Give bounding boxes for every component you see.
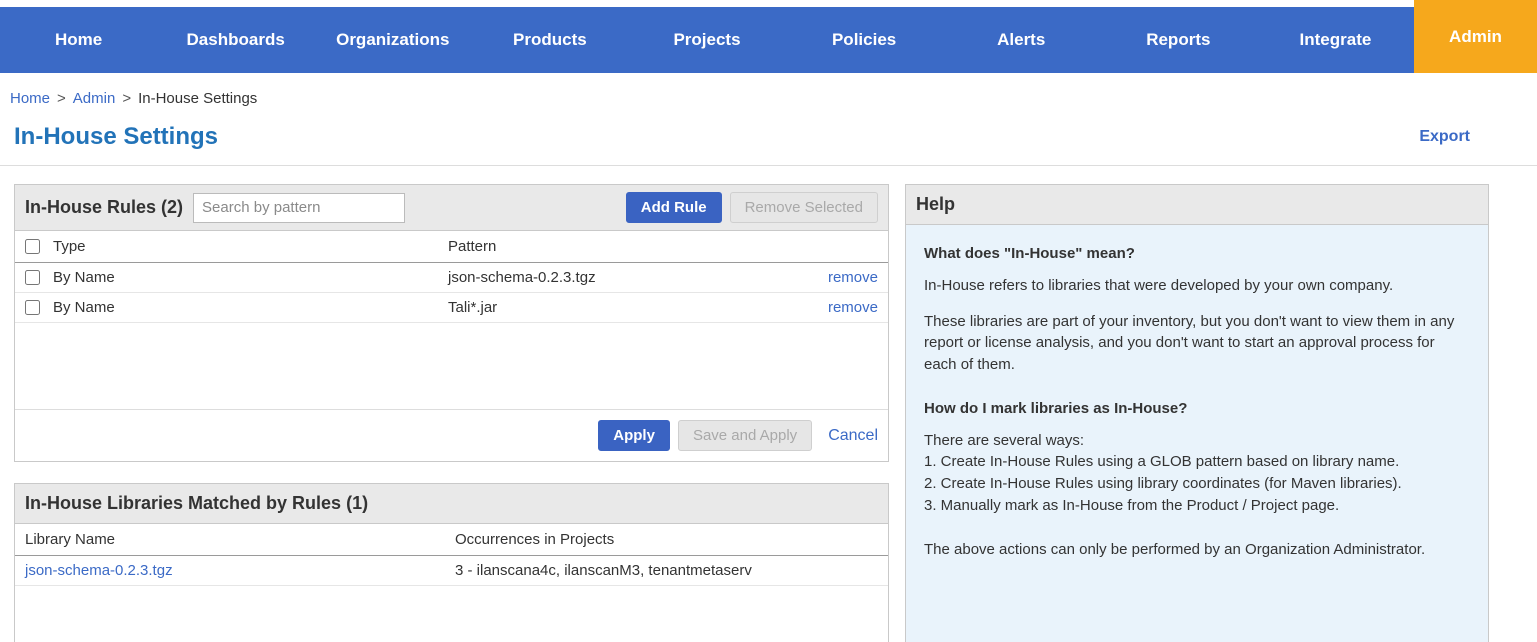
nav-item-products[interactable]: Products [471, 30, 628, 50]
nav-items: Home Dashboards Organizations Products P… [0, 7, 1414, 73]
help-paragraph: These libraries are part of your invento… [924, 311, 1470, 376]
rules-table-header: Type Pattern [15, 231, 888, 263]
nav-item-home[interactable]: Home [0, 30, 157, 50]
nav-item-alerts[interactable]: Alerts [943, 30, 1100, 50]
help-section-heading: What does "In-House" mean? [924, 243, 1470, 265]
rule-type: By Name [53, 269, 448, 286]
rule-row: By Name Tali*.jar remove [15, 293, 888, 323]
help-panel-header: Help [906, 185, 1488, 225]
help-text-line: 1. Create In-House Rules using a GLOB pa… [924, 451, 1470, 473]
help-paragraph: In-House refers to libraries that were d… [924, 275, 1470, 297]
nav-item-admin-active[interactable]: Admin [1414, 0, 1537, 73]
save-and-apply-button[interactable]: Save and Apply [678, 420, 812, 451]
help-panel: Help What does "In-House" mean? In-House… [905, 184, 1489, 642]
breadcrumb-admin-link[interactable]: Admin [73, 90, 116, 107]
rule-checkbox-cell [25, 270, 53, 285]
page-title: In-House Settings [14, 123, 218, 151]
apply-button[interactable]: Apply [598, 420, 670, 451]
rule-checkbox-cell [25, 300, 53, 315]
rule-pattern: json-schema-0.2.3.tgz [448, 269, 808, 286]
rule-remove-link[interactable]: remove [808, 299, 878, 316]
cancel-link[interactable]: Cancel [828, 427, 878, 445]
select-all-checkbox-cell [25, 239, 53, 254]
export-link[interactable]: Export [1419, 128, 1470, 146]
help-section-heading: How do I mark libraries as In-House? [924, 398, 1470, 420]
help-paragraph: The above actions can only be performed … [924, 539, 1470, 561]
library-occurrences: 3 - ilanscana4c, ilanscanM3, tenantmetas… [455, 562, 878, 579]
rule-row-checkbox[interactable] [25, 300, 40, 315]
libraries-empty-space [15, 586, 888, 642]
rules-panel-title: In-House Rules (2) [25, 197, 183, 218]
left-column: In-House Rules (2) Add Rule Remove Selec… [14, 184, 889, 642]
libraries-panel-header: In-House Libraries Matched by Rules (1) [15, 484, 888, 524]
rules-empty-space [15, 323, 888, 409]
nav-item-organizations[interactable]: Organizations [314, 30, 471, 50]
remove-selected-button[interactable]: Remove Selected [730, 192, 878, 223]
libraries-panel-title: In-House Libraries Matched by Rules (1) [25, 493, 368, 514]
library-row: json-schema-0.2.3.tgz 3 - ilanscana4c, i… [15, 556, 888, 586]
top-navigation: Home Dashboards Organizations Products P… [0, 0, 1537, 73]
breadcrumb: Home > Admin > In-House Settings [0, 73, 1537, 107]
nav-item-integrate[interactable]: Integrate [1257, 30, 1414, 50]
nav-item-reports[interactable]: Reports [1100, 30, 1257, 50]
library-name-column-header: Library Name [25, 531, 455, 548]
page-title-row: In-House Settings Export [0, 107, 1537, 166]
rules-panel-header: In-House Rules (2) Add Rule Remove Selec… [15, 185, 888, 231]
breadcrumb-separator: > [122, 90, 131, 107]
type-column-header: Type [53, 238, 448, 255]
nav-item-projects[interactable]: Projects [628, 30, 785, 50]
breadcrumb-separator: > [57, 90, 66, 107]
rules-panel-footer: Apply Save and Apply Cancel [15, 409, 888, 461]
rule-row-checkbox[interactable] [25, 270, 40, 285]
rule-pattern: Tali*.jar [448, 299, 808, 316]
help-panel-body: What does "In-House" mean? In-House refe… [906, 225, 1488, 642]
rule-type: By Name [53, 299, 448, 316]
add-rule-button[interactable]: Add Rule [626, 192, 722, 223]
help-text-line: 3. Manually mark as In-House from the Pr… [924, 495, 1470, 517]
breadcrumb-current: In-House Settings [138, 90, 257, 107]
libraries-table-header: Library Name Occurrences in Projects [15, 524, 888, 556]
library-name-link[interactable]: json-schema-0.2.3.tgz [25, 562, 455, 579]
select-all-checkbox[interactable] [25, 239, 40, 254]
pattern-column-header: Pattern [448, 238, 808, 255]
rule-row: By Name json-schema-0.2.3.tgz remove [15, 263, 888, 293]
nav-item-policies[interactable]: Policies [786, 30, 943, 50]
help-text-line: 2. Create In-House Rules using library c… [924, 473, 1470, 495]
right-column: Help What does "In-House" mean? In-House… [905, 184, 1489, 642]
nav-item-dashboards[interactable]: Dashboards [157, 30, 314, 50]
occurrences-column-header: Occurrences in Projects [455, 531, 878, 548]
rule-remove-link[interactable]: remove [808, 269, 878, 286]
content-area: In-House Rules (2) Add Rule Remove Selec… [0, 184, 1537, 642]
help-panel-title: Help [916, 194, 955, 215]
breadcrumb-home-link[interactable]: Home [10, 90, 50, 107]
search-pattern-input[interactable] [193, 193, 405, 223]
in-house-rules-panel: In-House Rules (2) Add Rule Remove Selec… [14, 184, 889, 462]
help-text-line: There are several ways: [924, 430, 1470, 452]
matched-libraries-panel: In-House Libraries Matched by Rules (1) … [14, 483, 889, 642]
